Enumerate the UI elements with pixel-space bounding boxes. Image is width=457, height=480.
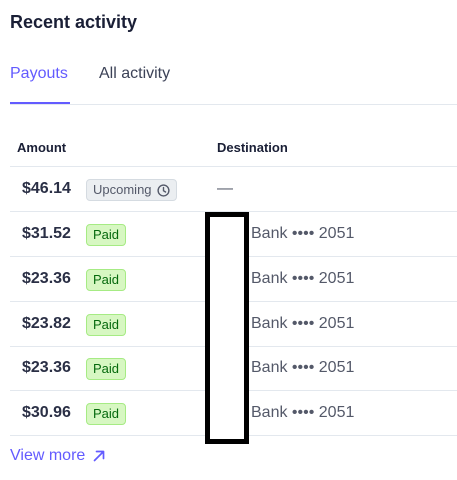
payout-amount: $23.36: [22, 270, 71, 287]
status-badge: Paid: [86, 314, 127, 336]
payout-amount: $23.82: [22, 315, 71, 332]
status-label: Upcoming: [93, 182, 152, 197]
arrow-up-right-icon: [93, 450, 105, 462]
payout-amount: $30.96: [22, 404, 71, 421]
page-title: Recent activity: [10, 12, 138, 32]
column-header-destination: Destination: [217, 140, 288, 155]
status-badge: Upcoming: [86, 179, 177, 201]
destination-text: Bank •••• 2051: [251, 270, 355, 287]
table-row[interactable]: $46.14 Upcoming —: [10, 167, 457, 212]
redaction-box: [205, 212, 249, 444]
view-more-link[interactable]: View more: [10, 447, 107, 465]
status-badge: Paid: [86, 224, 127, 246]
destination-text: Bank •••• 2051: [251, 225, 355, 242]
column-header-amount: Amount: [17, 140, 67, 155]
clock-icon: [156, 183, 170, 197]
destination-text: Bank •••• 2051: [251, 315, 355, 332]
destination-text: Bank •••• 2051: [251, 404, 355, 421]
destination-empty: —: [217, 180, 233, 197]
status-badge: Paid: [86, 269, 127, 291]
payout-amount: $31.52: [22, 225, 71, 242]
status-badge: Paid: [86, 403, 127, 425]
destination-text: Bank •••• 2051: [251, 359, 355, 376]
table-header: Amount Destination: [10, 130, 457, 167]
active-tab-indicator: [10, 102, 70, 104]
tab-bar: Payouts All activity: [10, 58, 457, 105]
tab-all-activity[interactable]: All activity: [99, 65, 170, 83]
payout-amount: $46.14: [22, 180, 71, 197]
tab-payouts[interactable]: Payouts: [10, 65, 68, 83]
payout-amount: $23.36: [22, 359, 71, 376]
view-more-label: View more: [10, 447, 86, 464]
status-badge: Paid: [86, 358, 127, 380]
